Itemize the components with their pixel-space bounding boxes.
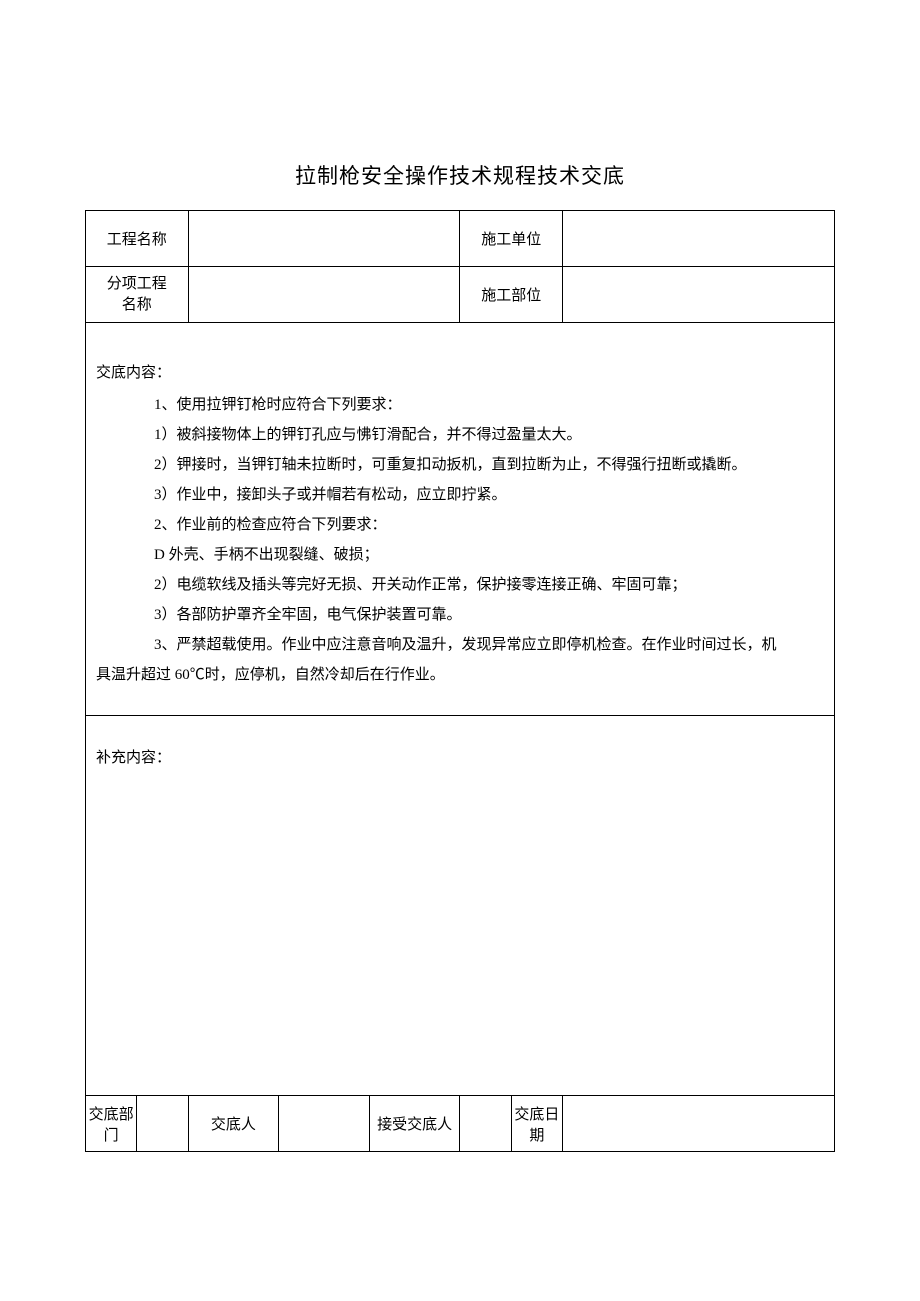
content-heading: 交底内容：	[96, 358, 824, 388]
content-item-7: 2）电缆软线及插头等完好无损、开关动作正常，保护接零连接正确、牢固可靠；	[96, 570, 824, 600]
content-item-5: 2、作业前的检查应符合下列要求：	[96, 510, 824, 540]
content-row: 交底内容： 1、使用拉钾钉枪时应符合下列要求： 1）被斜接物体上的钾钉孔应与怫钉…	[86, 323, 835, 716]
project-name-label: 工程名称	[86, 211, 189, 267]
content-item-3: 2）钾接时，当钾钉轴未拉断时，可重复扣动扳机，直到拉断为止，不得强行扭断或撬断。	[96, 450, 824, 480]
header-row-1: 工程名称 施工单位	[86, 211, 835, 267]
construction-unit-label: 施工单位	[460, 211, 563, 267]
subproject-label-line2: 名称	[122, 297, 152, 313]
supplementary-heading: 补充内容：	[96, 746, 824, 767]
date-label: 交底日期	[511, 1096, 562, 1152]
person-value	[279, 1096, 370, 1152]
subproject-label: 分项工程 名称	[86, 267, 189, 323]
subproject-label-line1: 分项工程	[107, 276, 167, 292]
receiver-label: 接受交底人	[369, 1096, 460, 1152]
date-value	[563, 1096, 835, 1152]
construction-part-label: 施工部位	[460, 267, 563, 323]
supplementary-row: 补充内容：	[86, 716, 835, 1096]
project-name-value	[188, 211, 460, 267]
content-item-1: 1、使用拉钾钉枪时应符合下列要求：	[96, 390, 824, 420]
supplementary-cell: 补充内容：	[86, 716, 835, 1096]
content-item-6: D 外壳、手柄不出现裂缝、破损；	[96, 540, 824, 570]
content-item-9b: 具温升超过 60℃时，应停机，自然冷却后在行作业。	[96, 660, 824, 690]
content-item-4: 3）作业中，接卸头子或并帽若有松动，应立即拧紧。	[96, 480, 824, 510]
document-table: 工程名称 施工单位 分项工程 名称 施工部位 交底内容： 1、使用拉钾钉枪时应符…	[85, 210, 835, 1152]
content-item-9a: 3、严禁超载使用。作业中应注意音响及温升，发现异常应立即停机检查。在作业时间过长…	[96, 630, 824, 660]
person-label: 交底人	[188, 1096, 279, 1152]
footer-row: 交底部门 交底人 接受交底人 交底日期	[86, 1096, 835, 1152]
receiver-value	[460, 1096, 511, 1152]
document-title: 拉制枪安全操作技术规程技术交底	[85, 160, 835, 190]
header-row-2: 分项工程 名称 施工部位	[86, 267, 835, 323]
dept-label: 交底部门	[86, 1096, 137, 1152]
content-item-8: 3）各部防护罩齐全牢固，电气保护装置可靠。	[96, 600, 824, 630]
construction-part-value	[563, 267, 835, 323]
dept-value	[137, 1096, 188, 1152]
construction-unit-value	[563, 211, 835, 267]
content-cell: 交底内容： 1、使用拉钾钉枪时应符合下列要求： 1）被斜接物体上的钾钉孔应与怫钉…	[86, 323, 835, 716]
subproject-value	[188, 267, 460, 323]
content-item-2: 1）被斜接物体上的钾钉孔应与怫钉滑配合，并不得过盈量太大。	[96, 420, 824, 450]
